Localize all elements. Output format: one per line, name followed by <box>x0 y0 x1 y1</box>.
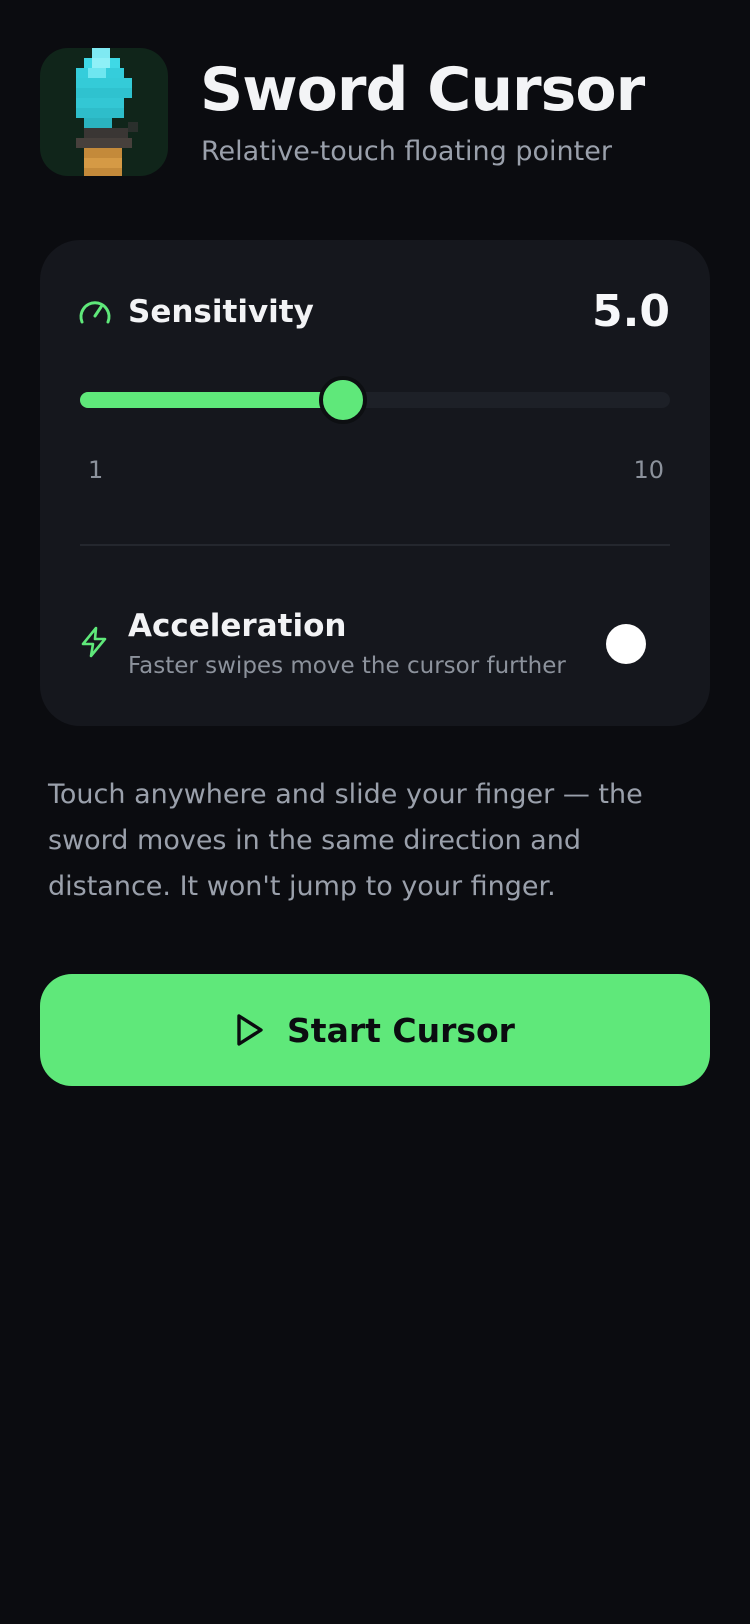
divider <box>80 544 670 546</box>
app-subtitle: Relative-touch floating pointer <box>201 136 612 167</box>
start-cursor-button[interactable]: Start Cursor <box>40 974 710 1086</box>
sensitivity-label: Sensitivity <box>128 294 314 330</box>
sword-app-icon <box>40 48 168 176</box>
slider-thumb[interactable] <box>319 376 367 424</box>
sensitivity-slider[interactable] <box>80 392 670 408</box>
toggle-knob <box>606 624 646 664</box>
gauge-icon <box>78 296 112 330</box>
slider-max-label: 10 <box>633 456 664 484</box>
acceleration-toggle[interactable] <box>586 620 666 668</box>
app-title: Sword Cursor <box>200 55 645 125</box>
acceleration-description: Faster swipes move the cursor further <box>128 653 566 679</box>
acceleration-label: Acceleration <box>128 608 347 644</box>
lightning-icon <box>80 626 108 662</box>
sensitivity-value: 5.0 <box>592 286 670 337</box>
slider-fill <box>80 392 343 408</box>
help-text: Touch anywhere and slide your finger — t… <box>48 779 643 902</box>
play-icon <box>235 1013 265 1047</box>
settings-card: Sensitivity 5.0 1 10 Acceleration Faster… <box>40 240 710 726</box>
slider-min-label: 1 <box>88 456 104 484</box>
start-button-label: Start Cursor <box>287 1010 515 1050</box>
